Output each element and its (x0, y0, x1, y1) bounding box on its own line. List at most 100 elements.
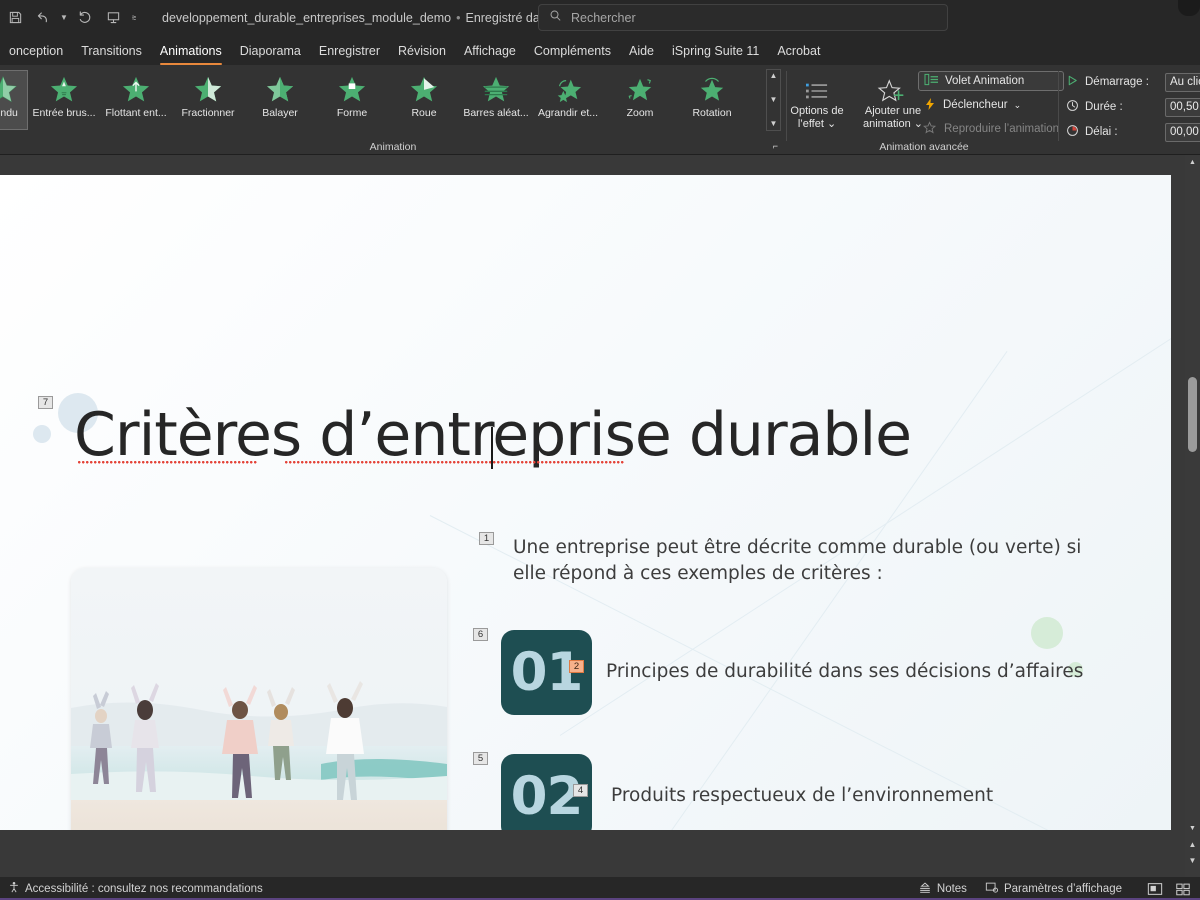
animation-flottant-entree-label: Flottant ent... (105, 107, 167, 119)
animation-painter-button: Reproduire l’animation (918, 119, 1064, 139)
star-icon (697, 75, 727, 103)
animation-fondu-label: Fondu (0, 107, 18, 119)
animation-zoom[interactable]: Zoom (604, 70, 676, 130)
animation-rotation[interactable]: Rotation (676, 70, 748, 130)
previous-slide-button[interactable]: ▲ (1185, 838, 1200, 851)
present-icon[interactable] (100, 5, 126, 31)
chevron-down-icon[interactable]: ⌄ (1014, 100, 1022, 111)
customize-qat-icon[interactable]: ⩬ (128, 5, 140, 31)
accessibility-status[interactable]: Accessibilité : consultez nos recommanda… (0, 881, 271, 896)
display-settings-button[interactable]: Paramètres d’affichage (977, 881, 1130, 897)
window-controls[interactable] (1178, 0, 1200, 16)
next-slide-button[interactable]: ▼ (1185, 854, 1200, 867)
animation-fractionner[interactable]: Fractionner (172, 70, 244, 130)
animation-badge-item-01-outer[interactable]: 6 (473, 628, 488, 641)
vertical-scrollbar[interactable]: ▲ ▼ ▲ ▼ (1185, 155, 1200, 877)
normal-view-button[interactable] (1142, 879, 1168, 898)
gallery-scroll-controls[interactable]: ▲ ▼ ▼ (766, 69, 781, 131)
animation-badge-intro[interactable]: 1 (479, 532, 494, 545)
animation-rotation-label: Rotation (692, 107, 732, 119)
gallery-scroll-up-icon[interactable]: ▲ (770, 72, 778, 80)
tab-complements[interactable]: Compléments (525, 39, 620, 65)
animation-dialog-launcher-icon[interactable]: ⌐ (773, 141, 778, 151)
timing-start-select[interactable]: Au clic (1165, 72, 1200, 92)
title-separator: • (456, 10, 461, 25)
timing-duration-input[interactable]: 00,50 ▲▼ (1165, 97, 1200, 117)
animation-entree-brusque[interactable]: Entrée brus... (28, 70, 100, 130)
search-icon (549, 9, 562, 27)
animation-flottant-entree[interactable]: Flottant ent... (100, 70, 172, 130)
redo-icon[interactable] (72, 5, 98, 31)
slide-photo[interactable] (71, 568, 447, 830)
tab-revision[interactable]: Révision (389, 39, 455, 65)
spellcheck-underline (78, 461, 258, 465)
search-bar[interactable]: Rechercher (538, 4, 948, 31)
animation-forme[interactable]: Forme (316, 70, 388, 130)
scroll-down-arrow-icon[interactable]: ▼ (1185, 821, 1200, 836)
gallery-more-icon[interactable]: ▼ (770, 120, 778, 128)
star-icon (265, 75, 295, 103)
slide-sorter-button[interactable] (1170, 879, 1196, 898)
star-icon (121, 75, 151, 103)
timing-fields: Démarrage : Au clic Durée : 00,50 ▲▼ (1066, 71, 1200, 143)
slide-item-01[interactable]: 01 6 2 Principes de durabilité dans ses … (473, 628, 1083, 715)
animation-roue-label: Roue (411, 107, 437, 119)
title-bar: ▼ ⩬ developpement_durable_entreprises_mo… (0, 0, 1200, 35)
animation-gallery[interactable]: Fondu Entrée brus... Flottant ent... (0, 70, 778, 132)
slide-intro-text[interactable]: Une entreprise peut être décrite comme d… (513, 535, 1093, 587)
tab-acrobat[interactable]: Acrobat (768, 39, 829, 65)
advanced-animation-buttons: Volet Animation Déclencheur ⌄ Reproduire… (918, 71, 1065, 139)
tab-aide[interactable]: Aide (620, 39, 663, 65)
animation-roue[interactable]: Roue (388, 70, 460, 130)
accessibility-icon (8, 881, 20, 896)
star-icon (553, 75, 583, 103)
slide-canvas[interactable]: 7 Critères d’entreprise durable 1 Une en… (0, 175, 1171, 830)
scrollbar-thumb[interactable] (1188, 377, 1197, 452)
animation-badge-item-02-outer[interactable]: 5 (473, 752, 488, 765)
tab-enregistrer[interactable]: Enregistrer (310, 39, 389, 65)
search-input[interactable]: Rechercher (571, 11, 636, 25)
animation-fondu[interactable]: Fondu (0, 70, 28, 130)
animation-badge-item-01-inner[interactable]: 2 (569, 660, 584, 673)
tab-diaporama[interactable]: Diaporama (231, 39, 310, 65)
animation-pane-button[interactable]: Volet Animation (918, 71, 1065, 91)
scroll-up-arrow-icon[interactable]: ▲ (1185, 155, 1200, 170)
timing-duration-label: Durée : (1085, 101, 1123, 113)
timing-delay-input[interactable]: 00,00 ▲▼ (1165, 122, 1200, 142)
undo-icon[interactable] (30, 5, 56, 31)
group-label-animation: Animation (369, 141, 417, 153)
timing-row-delay: Délai : 00,00 ▲▼ (1066, 121, 1200, 143)
group-divider (1058, 71, 1059, 141)
tab-ispring-suite[interactable]: iSpring Suite 11 (663, 39, 768, 65)
gallery-scroll-down-icon[interactable]: ▼ (770, 96, 778, 104)
animation-forme-label: Forme (336, 107, 368, 119)
quick-access-toolbar: ▼ ⩬ (0, 5, 140, 31)
animation-barres-aleatoires[interactable]: Barres aléat... (460, 70, 532, 130)
notes-icon (918, 881, 932, 897)
animation-agrandir-tourner[interactable]: Agrandir et... (532, 70, 604, 130)
tab-animations[interactable]: Animations (151, 39, 231, 65)
animation-pane-icon (924, 73, 939, 89)
tab-transitions[interactable]: Transitions (72, 39, 151, 65)
status-bar: Accessibilité : consultez nos recommanda… (0, 877, 1200, 900)
spellcheck-underline (285, 461, 625, 465)
notes-button[interactable]: Notes (910, 881, 975, 897)
item-text[interactable]: Produits respectueux de l’environnement (611, 783, 1171, 809)
slide-item-02[interactable]: 02 5 4 Produits respectueux de l’environ… (473, 752, 993, 830)
undo-chevron-down-icon[interactable]: ▼ (58, 5, 70, 31)
add-animation-label-1: Ajouter une (864, 105, 922, 117)
document-name: developpement_durable_entreprises_module… (162, 10, 452, 25)
save-icon[interactable] (2, 5, 28, 31)
tab-conception[interactable]: onception (0, 39, 72, 65)
tab-affichage[interactable]: Affichage (455, 39, 525, 65)
item-text[interactable]: Principes de durabilité dans ses décisio… (606, 659, 1166, 685)
group-divider (786, 71, 787, 141)
animation-badge-title[interactable]: 7 (38, 396, 53, 409)
timing-row-start: Démarrage : Au clic (1066, 71, 1200, 93)
add-animation-icon (876, 77, 910, 105)
animation-balayer[interactable]: Balayer (244, 70, 316, 130)
trigger-label: Déclencheur (943, 99, 1008, 111)
trigger-button[interactable]: Déclencheur ⌄ (918, 95, 1064, 115)
animation-badge-item-02-inner[interactable]: 4 (573, 784, 588, 797)
star-icon (409, 75, 439, 103)
